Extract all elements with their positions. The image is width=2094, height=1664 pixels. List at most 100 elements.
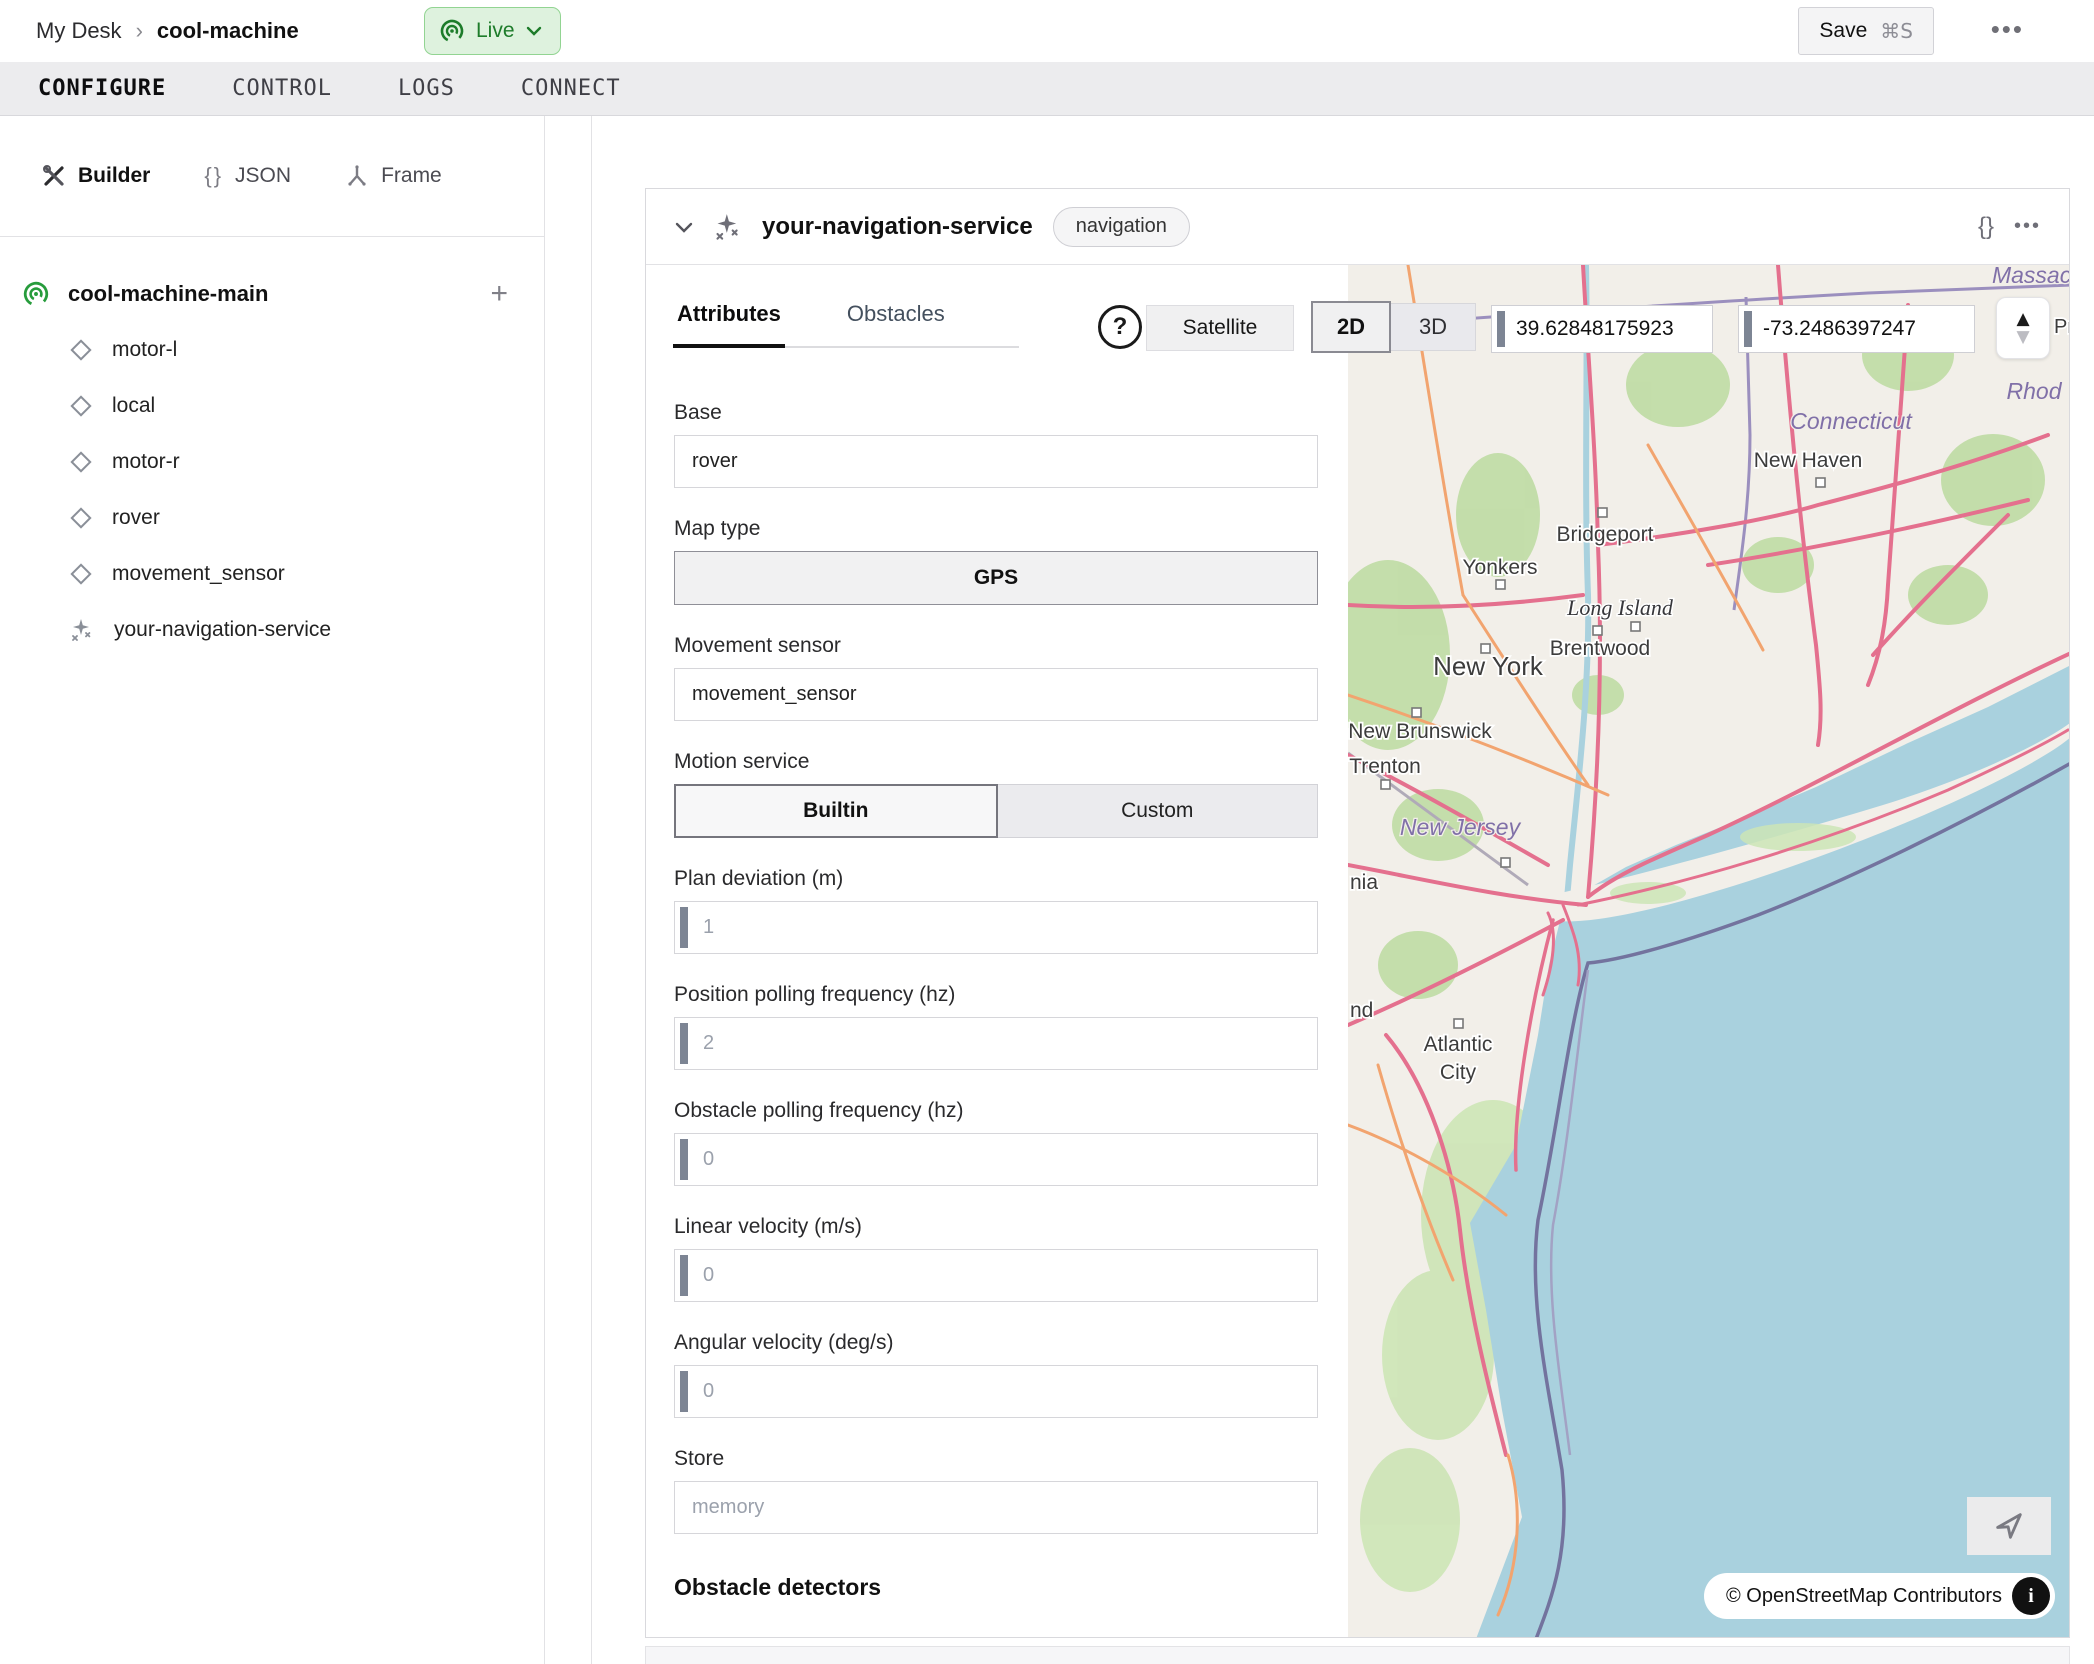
- field-accent-bar: [680, 1255, 688, 1296]
- map-label-island-fragment: nd: [1350, 999, 1373, 1022]
- map-type-label: Map type: [674, 517, 1318, 541]
- view-tab-builder[interactable]: Builder: [42, 164, 150, 188]
- tree-item-navigation-service[interactable]: your-navigation-service: [0, 602, 544, 658]
- broadcast-icon: [439, 18, 465, 44]
- sidebar-resize-gutter[interactable]: [545, 116, 592, 1664]
- breadcrumb-parent[interactable]: My Desk: [36, 18, 122, 44]
- angular-velocity-input[interactable]: [674, 1365, 1318, 1418]
- edit-json-icon[interactable]: {}: [1978, 213, 1994, 241]
- add-component-button[interactable]: +: [490, 277, 508, 311]
- field-accent-bar: [680, 1139, 688, 1180]
- obstacle-polling-input[interactable]: [674, 1133, 1318, 1186]
- overflow-menu-icon[interactable]: •••: [1991, 14, 2024, 45]
- tree-item-motor-l[interactable]: motor-l: [0, 322, 544, 378]
- tree-root-machine[interactable]: cool-machine-main +: [0, 266, 544, 322]
- field-accent-bar: [1497, 311, 1505, 347]
- attribution-text: © OpenStreetMap Contributors: [1726, 1585, 2002, 1608]
- tree-item-movement-sensor[interactable]: movement_sensor: [0, 546, 544, 602]
- latitude-input[interactable]: [1516, 306, 1708, 352]
- collapse-chevron-icon[interactable]: [674, 221, 694, 233]
- map-3d-button[interactable]: 3D: [1391, 303, 1476, 351]
- map-canvas: Massach Pro Rhod Connecticut New Haven B…: [1348, 265, 2069, 1637]
- step-up-icon[interactable]: ▲: [2016, 310, 2029, 328]
- service-card-body: Massach Pro Rhod Connecticut New Haven B…: [646, 265, 2069, 1637]
- live-status-dropdown[interactable]: Live: [424, 7, 561, 55]
- map-2d-button[interactable]: 2D: [1311, 301, 1391, 353]
- store-input[interactable]: [674, 1481, 1318, 1534]
- tree-item-motor-r[interactable]: motor-r: [0, 434, 544, 490]
- config-sidebar: Builder {} JSON Frame cool-machine-main …: [0, 116, 545, 1664]
- field-accent-bar: [680, 1023, 688, 1064]
- tab-configure[interactable]: CONFIGURE: [38, 76, 166, 101]
- service-title: your-navigation-service: [762, 213, 1033, 241]
- top-bar: My Desk › cool-machine Live Save ⌘S •••: [0, 0, 2094, 62]
- motion-service-custom-option[interactable]: Custom: [998, 784, 1319, 838]
- view-tab-frame[interactable]: Frame: [345, 164, 442, 188]
- satellite-toggle-button[interactable]: Satellite: [1146, 305, 1294, 351]
- info-icon[interactable]: i: [2012, 1577, 2050, 1615]
- longitude-input[interactable]: [1763, 306, 1970, 352]
- motion-service-field: Motion service Builtin Custom: [674, 750, 1318, 838]
- step-down-icon[interactable]: ▼: [2016, 328, 2029, 346]
- tree-item-rover[interactable]: rover: [0, 490, 544, 546]
- obstacle-detectors-heading: Obstacle detectors: [674, 1574, 1318, 1601]
- obstacle-polling-label: Obstacle polling frequency (hz): [674, 1099, 1318, 1123]
- machine-part-tree: cool-machine-main + motor-l local motor-…: [0, 266, 544, 658]
- panel-subtabs: Attributes Obstacles: [673, 301, 1019, 348]
- main-nav-tabs: CONFIGURE CONTROL LOGS CONNECT: [0, 62, 2094, 116]
- obstacle-polling-field: Obstacle polling frequency (hz): [674, 1099, 1318, 1186]
- map-label-rhode-island: Rhod: [2007, 378, 2063, 404]
- field-accent-bar: [1744, 311, 1752, 347]
- movement-sensor-input[interactable]: [674, 668, 1318, 721]
- config-main-area: your-navigation-service navigation {} ••…: [592, 116, 2094, 1664]
- next-card-collapsed-edge[interactable]: [645, 1646, 2070, 1664]
- field-accent-bar: [680, 1371, 688, 1412]
- navigation-map[interactable]: Massach Pro Rhod Connecticut New Haven B…: [1348, 265, 2069, 1637]
- map-label-brentwood: Brentwood: [1550, 637, 1650, 660]
- breadcrumb-current: cool-machine: [157, 18, 299, 44]
- save-button[interactable]: Save ⌘S: [1798, 7, 1934, 55]
- service-sparkle-icon: [70, 618, 94, 642]
- component-diamond-icon: [70, 339, 92, 361]
- locate-button[interactable]: [1967, 1497, 2051, 1555]
- breadcrumb: My Desk › cool-machine: [36, 0, 299, 62]
- help-icon[interactable]: ?: [1098, 305, 1142, 349]
- map-attribution: © OpenStreetMap Contributors i: [1704, 1573, 2055, 1619]
- card-menu-icon[interactable]: •••: [2014, 215, 2041, 238]
- store-field: Store: [674, 1447, 1318, 1534]
- linear-velocity-field: Linear velocity (m/s): [674, 1215, 1318, 1302]
- map-label-atlantic-city-2: City: [1440, 1061, 1477, 1084]
- base-input[interactable]: [674, 435, 1318, 488]
- plan-deviation-input[interactable]: [674, 901, 1318, 954]
- map-type-gps-button[interactable]: GPS: [674, 551, 1318, 605]
- tree-item-local[interactable]: local: [0, 378, 544, 434]
- subtab-attributes[interactable]: Attributes: [673, 301, 785, 348]
- machine-broadcast-icon: [22, 280, 50, 308]
- view-tab-json[interactable]: {} JSON: [204, 163, 291, 189]
- service-type-badge: navigation: [1053, 207, 1190, 247]
- tab-control[interactable]: CONTROL: [232, 76, 332, 101]
- position-polling-input[interactable]: [674, 1017, 1318, 1070]
- map-label-trenton: Trenton: [1349, 755, 1421, 778]
- component-diamond-icon: [70, 563, 92, 585]
- subtab-obstacles[interactable]: Obstacles: [843, 301, 949, 346]
- linear-velocity-input[interactable]: [674, 1249, 1318, 1302]
- plan-deviation-field: Plan deviation (m): [674, 867, 1318, 954]
- component-diamond-icon: [70, 507, 92, 529]
- component-diamond-icon: [70, 395, 92, 417]
- tab-connect[interactable]: CONNECT: [521, 76, 621, 101]
- latitude-field: [1491, 305, 1713, 353]
- motion-service-builtin-option[interactable]: Builtin: [674, 784, 998, 838]
- map-type-field: Map type GPS: [674, 517, 1318, 605]
- motion-service-label: Motion service: [674, 750, 1318, 774]
- machine-name: cool-machine-main: [68, 281, 472, 307]
- angular-velocity-field: Angular velocity (deg/s): [674, 1331, 1318, 1418]
- tab-logs[interactable]: LOGS: [398, 76, 455, 101]
- plan-deviation-label: Plan deviation (m): [674, 867, 1318, 891]
- service-sparkle-icon: [714, 213, 742, 241]
- zoom-stepper[interactable]: ▲ ▼: [1996, 297, 2050, 359]
- json-label: JSON: [235, 164, 291, 188]
- map-label-pennsylvania: nia: [1350, 871, 1378, 894]
- attributes-form: Base Map type GPS Movement sensor Motion…: [646, 265, 1348, 1637]
- position-polling-label: Position polling frequency (hz): [674, 983, 1318, 1007]
